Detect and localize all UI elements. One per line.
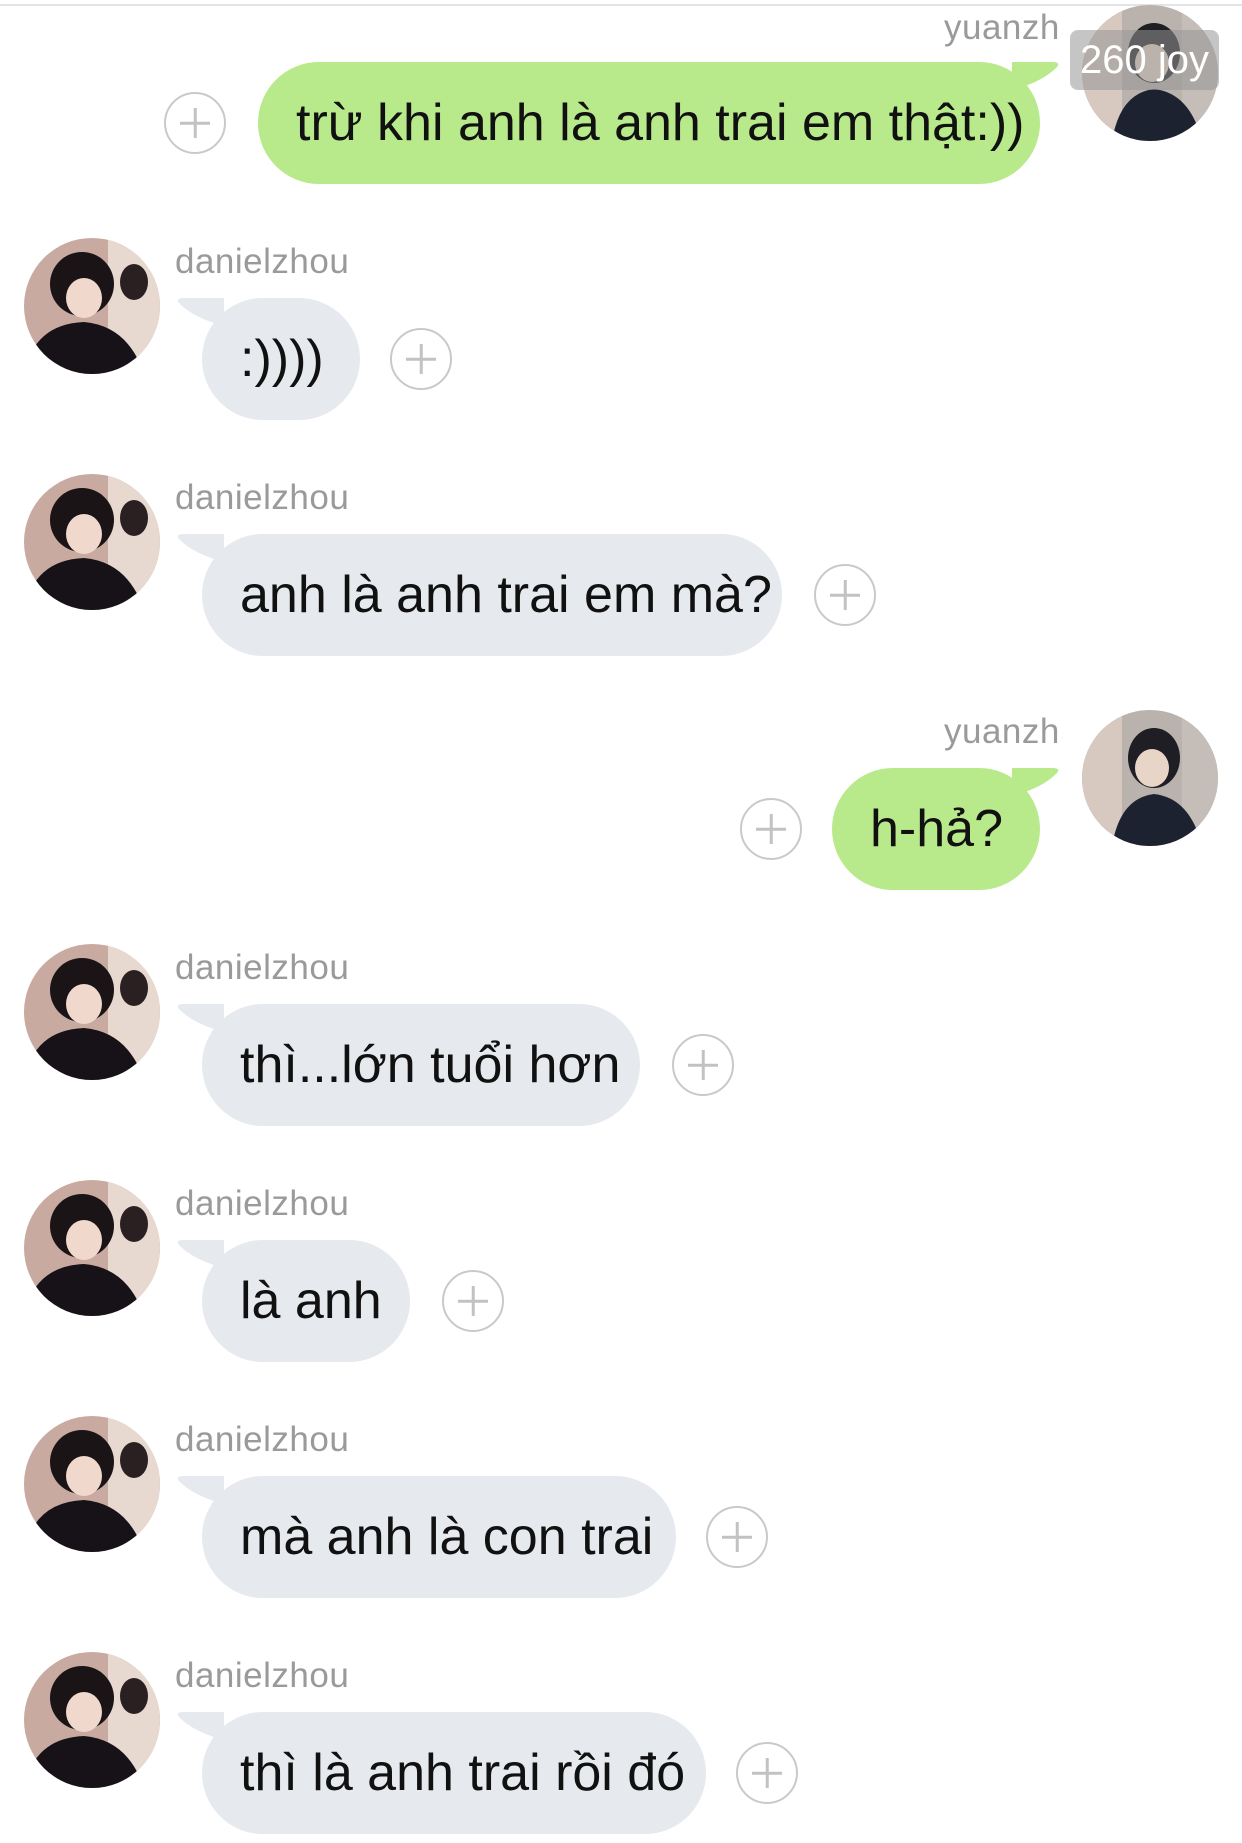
watermark-badge: 260 joy xyxy=(1070,30,1219,90)
message-bubble-incoming[interactable]: thì là anh trai rồi đó xyxy=(202,1712,706,1834)
avatar-image xyxy=(24,1416,160,1552)
avatar-danielzhou[interactable] xyxy=(24,474,160,610)
sender-name: danielzhou xyxy=(175,1656,350,1695)
message-bubble-incoming[interactable]: :)))) xyxy=(202,298,360,420)
message-bubble-incoming[interactable]: mà anh là con trai xyxy=(202,1476,676,1598)
sender-name: yuanzh xyxy=(944,712,1060,751)
avatar-danielzhou[interactable] xyxy=(24,1416,160,1552)
avatar-danielzhou[interactable] xyxy=(24,1180,160,1316)
message-bubble-incoming[interactable]: anh là anh trai em mà? xyxy=(202,534,782,656)
sender-name: danielzhou xyxy=(175,948,350,987)
message-bubble-incoming[interactable]: là anh xyxy=(202,1240,410,1362)
avatar-image xyxy=(1082,710,1218,846)
avatar-image xyxy=(24,1652,160,1788)
sender-name: danielzhou xyxy=(175,1420,350,1459)
add-reaction-icon[interactable] xyxy=(706,1506,768,1568)
message-bubble-outgoing[interactable]: trừ khi anh là anh trai em thật:)) xyxy=(258,62,1040,184)
avatar-image xyxy=(24,238,160,374)
sender-name: danielzhou xyxy=(175,1184,350,1223)
add-reaction-icon[interactable] xyxy=(164,92,226,154)
avatar-image xyxy=(24,944,160,1080)
top-divider xyxy=(0,4,1242,6)
add-reaction-icon[interactable] xyxy=(736,1742,798,1804)
sender-name: danielzhou xyxy=(175,478,350,517)
add-reaction-icon[interactable] xyxy=(814,564,876,626)
add-reaction-icon[interactable] xyxy=(740,798,802,860)
message-bubble-outgoing[interactable]: h-hả? xyxy=(832,768,1040,890)
avatar-danielzhou[interactable] xyxy=(24,1652,160,1788)
avatar-danielzhou[interactable] xyxy=(24,944,160,1080)
add-reaction-icon[interactable] xyxy=(672,1034,734,1096)
add-reaction-icon[interactable] xyxy=(442,1270,504,1332)
bubble-tail xyxy=(1012,768,1059,796)
add-reaction-icon[interactable] xyxy=(390,328,452,390)
sender-name: yuanzh xyxy=(944,8,1060,47)
bubble-tail xyxy=(1012,62,1059,90)
avatar-danielzhou[interactable] xyxy=(24,238,160,374)
avatar-yuanzh[interactable] xyxy=(1082,710,1218,846)
sender-name: danielzhou xyxy=(175,242,350,281)
chat-screen: yuanzh trừ khi anh là anh trai em thật:)… xyxy=(0,0,1242,1843)
avatar-image xyxy=(24,1180,160,1316)
avatar-image xyxy=(24,474,160,610)
message-bubble-incoming[interactable]: thì...lớn tuổi hơn xyxy=(202,1004,640,1126)
